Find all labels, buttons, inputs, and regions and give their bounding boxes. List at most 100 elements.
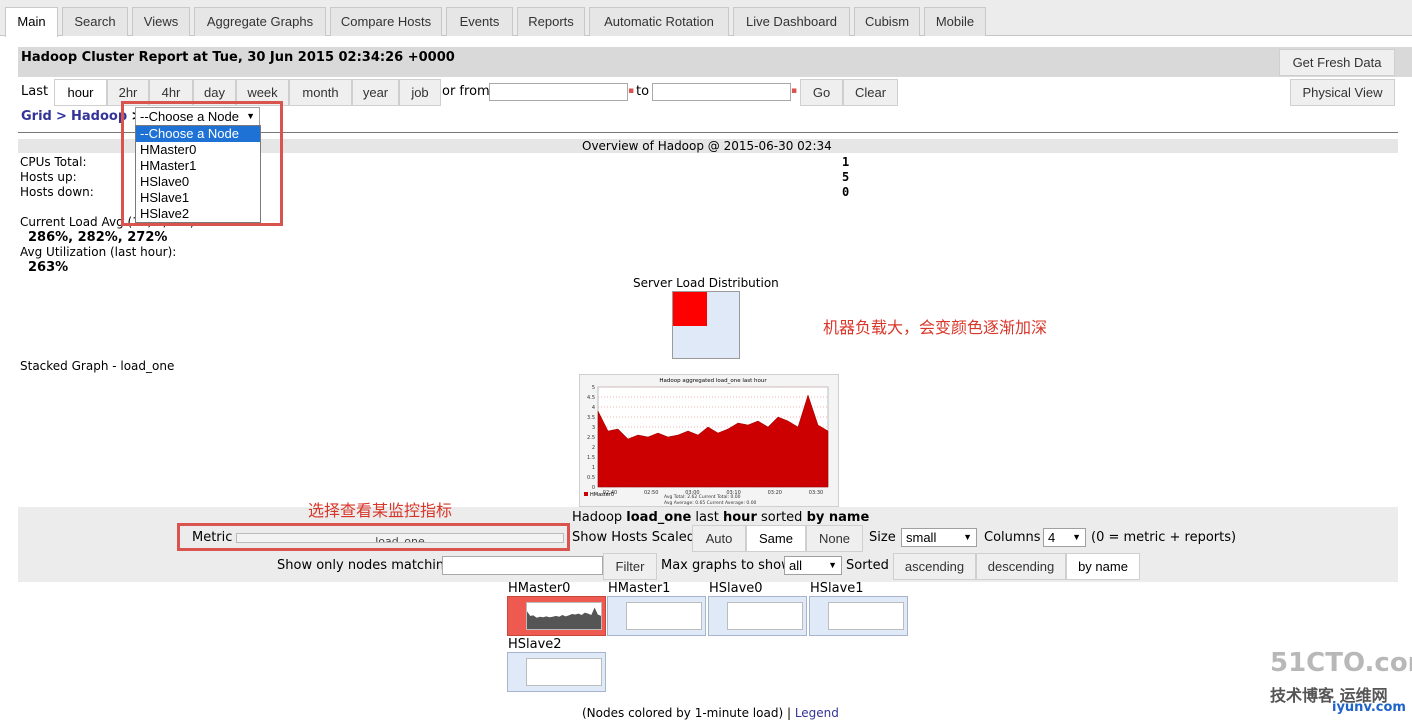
watermark-line3: iyunv.com: [1332, 700, 1406, 715]
y-tick-label: 5: [592, 385, 595, 391]
tab-compare-hosts[interactable]: Compare Hosts: [330, 7, 442, 36]
clear-button[interactable]: Clear: [843, 79, 898, 106]
tab-events[interactable]: Events: [446, 7, 513, 36]
x-tick-label: 03:30: [809, 490, 823, 496]
columns-select[interactable]: 4 ▼: [1043, 528, 1086, 547]
scaled-none-button[interactable]: None: [806, 525, 863, 552]
y-tick-label: 1: [592, 465, 595, 471]
breadcrumb-sep: >: [55, 109, 67, 124]
host-graph-plot: [526, 602, 602, 630]
stacked-graph[interactable]: 5 4.5 4 3.5 3 2.5 2 1.5 1 0.5 0 02:40 02:50 03:00 03:1…: [579, 374, 839, 507]
host-graph[interactable]: [507, 596, 606, 636]
host-name[interactable]: HSlave2: [508, 637, 562, 652]
columns-hint: (0 = metric + reports): [1091, 530, 1237, 545]
host-graph-plot: [626, 602, 702, 630]
utilization-label: Avg Utilization (last hour):: [20, 245, 177, 259]
tab-live-dashboard[interactable]: Live Dashboard: [733, 7, 850, 36]
y-tick-label: 0.5: [587, 475, 595, 481]
tab-views[interactable]: Views: [132, 7, 190, 36]
tab-aggregate-graphs[interactable]: Aggregate Graphs: [194, 7, 326, 36]
scaled-same-button[interactable]: Same: [746, 525, 806, 552]
host-graph[interactable]: [507, 652, 606, 692]
footer: (Nodes colored by 1-minute load) | Legen…: [582, 706, 839, 720]
host-graph[interactable]: [809, 596, 908, 636]
watermark-logo: 51CTO.com: [1270, 648, 1412, 678]
host-graph[interactable]: [607, 596, 706, 636]
or-from-label: or from: [442, 84, 490, 99]
breadcrumb-grid[interactable]: Grid: [21, 109, 52, 124]
from-date-input[interactable]: [489, 83, 628, 101]
stats-line: Avg Total: 2.62 Current Total: 0.00: [664, 494, 741, 500]
chevron-down-icon: ▼: [1072, 532, 1081, 542]
filter-button[interactable]: Filter: [603, 553, 657, 580]
tab-reports[interactable]: Reports: [517, 7, 585, 36]
to-label: to: [636, 84, 650, 99]
hosts-up-label: Hosts up:: [20, 170, 77, 184]
breadcrumb-cluster[interactable]: Hadoop: [71, 109, 127, 124]
load-annotation: 机器负载大，会变颜色逐渐加深: [823, 318, 1048, 337]
sort-by-name-button[interactable]: by name: [1066, 553, 1140, 580]
server-load-title: Server Load Distribution: [633, 276, 779, 290]
y-tick-label: 4.5: [587, 395, 595, 401]
chart-title: Hadoop aggregated load_one last hour: [659, 378, 767, 384]
host-name[interactable]: HSlave1: [810, 581, 864, 596]
server-load-map: [672, 291, 740, 359]
size-select[interactable]: small ▼: [901, 528, 977, 547]
sparkline-area: [527, 607, 601, 629]
metric-heading: Hadoop load_one last hour sorted by name: [572, 510, 870, 525]
hosts-down-label: Hosts down:: [20, 185, 94, 199]
sort-descending-button[interactable]: descending: [976, 553, 1066, 580]
cpus-value: 1: [842, 155, 850, 169]
tab-automatic-rotation[interactable]: Automatic Rotation: [589, 7, 729, 36]
highlight-box: [121, 101, 283, 226]
legend-label: HMaster0: [590, 492, 614, 498]
metric-label: Metric: [192, 530, 233, 545]
metric-annotation: 选择查看某监控指标: [308, 501, 453, 520]
utilization-value: 263%: [28, 260, 69, 275]
y-tick-label: 4: [592, 405, 595, 411]
hosts-down-value: 0: [842, 185, 850, 199]
to-date-input[interactable]: [652, 83, 791, 101]
host-graph-plot: [828, 602, 904, 630]
host-name[interactable]: HMaster1: [608, 581, 670, 596]
calendar-icon[interactable]: ▪: [791, 86, 797, 96]
physical-view-button[interactable]: Physical View: [1290, 79, 1395, 106]
legend-swatch: [584, 492, 588, 496]
scaled-label: Show Hosts Scaled:: [572, 530, 700, 545]
tab-search[interactable]: Search: [62, 7, 128, 36]
stacked-graph-svg: 54.543.532.521.510.5002:40 02:50 03:00 03:1…: [584, 378, 829, 506]
y-tick-label: 1.5: [587, 455, 595, 461]
host-graph-plot: [526, 658, 602, 686]
get-fresh-data-button[interactable]: Get Fresh Data: [1279, 49, 1395, 76]
host-graph[interactable]: [708, 596, 807, 636]
max-graphs-select[interactable]: all ▼: [784, 556, 842, 575]
chevron-down-icon: ▼: [963, 532, 972, 542]
y-tick-label: 0: [592, 485, 595, 491]
stacked-graph-label: Stacked Graph - load_one: [20, 359, 175, 373]
scaled-auto-button[interactable]: Auto: [692, 525, 746, 552]
host-name[interactable]: HMaster0: [508, 581, 570, 596]
x-tick-label: 03:20: [768, 490, 782, 496]
legend-link[interactable]: Legend: [795, 706, 839, 720]
host-graph-plot: [727, 602, 803, 630]
tab-mobile[interactable]: Mobile: [924, 7, 986, 36]
range-job-button[interactable]: job: [399, 79, 441, 106]
sort-ascending-button[interactable]: ascending: [893, 553, 976, 580]
calendar-icon[interactable]: ▪: [628, 86, 634, 96]
y-tick-label: 3.5: [587, 415, 595, 421]
max-graphs-label: Max graphs to show: [661, 558, 792, 573]
range-hour-button[interactable]: hour: [54, 79, 107, 106]
y-tick-label: 3: [592, 425, 595, 431]
tab-cubism[interactable]: Cubism: [854, 7, 920, 36]
size-label: Size: [869, 530, 896, 545]
filter-input[interactable]: [442, 556, 603, 575]
y-tick-label: 2.5: [587, 435, 595, 441]
tab-main[interactable]: Main: [5, 7, 58, 37]
go-button[interactable]: Go: [800, 79, 843, 106]
metric-select[interactable]: load_one: [236, 533, 564, 543]
range-year-button[interactable]: year: [352, 79, 399, 106]
host-name[interactable]: HSlave0: [709, 581, 763, 596]
hot-node-cell[interactable]: [673, 292, 707, 326]
range-month-button[interactable]: month: [289, 79, 352, 106]
y-tick-label: 2: [592, 445, 595, 451]
